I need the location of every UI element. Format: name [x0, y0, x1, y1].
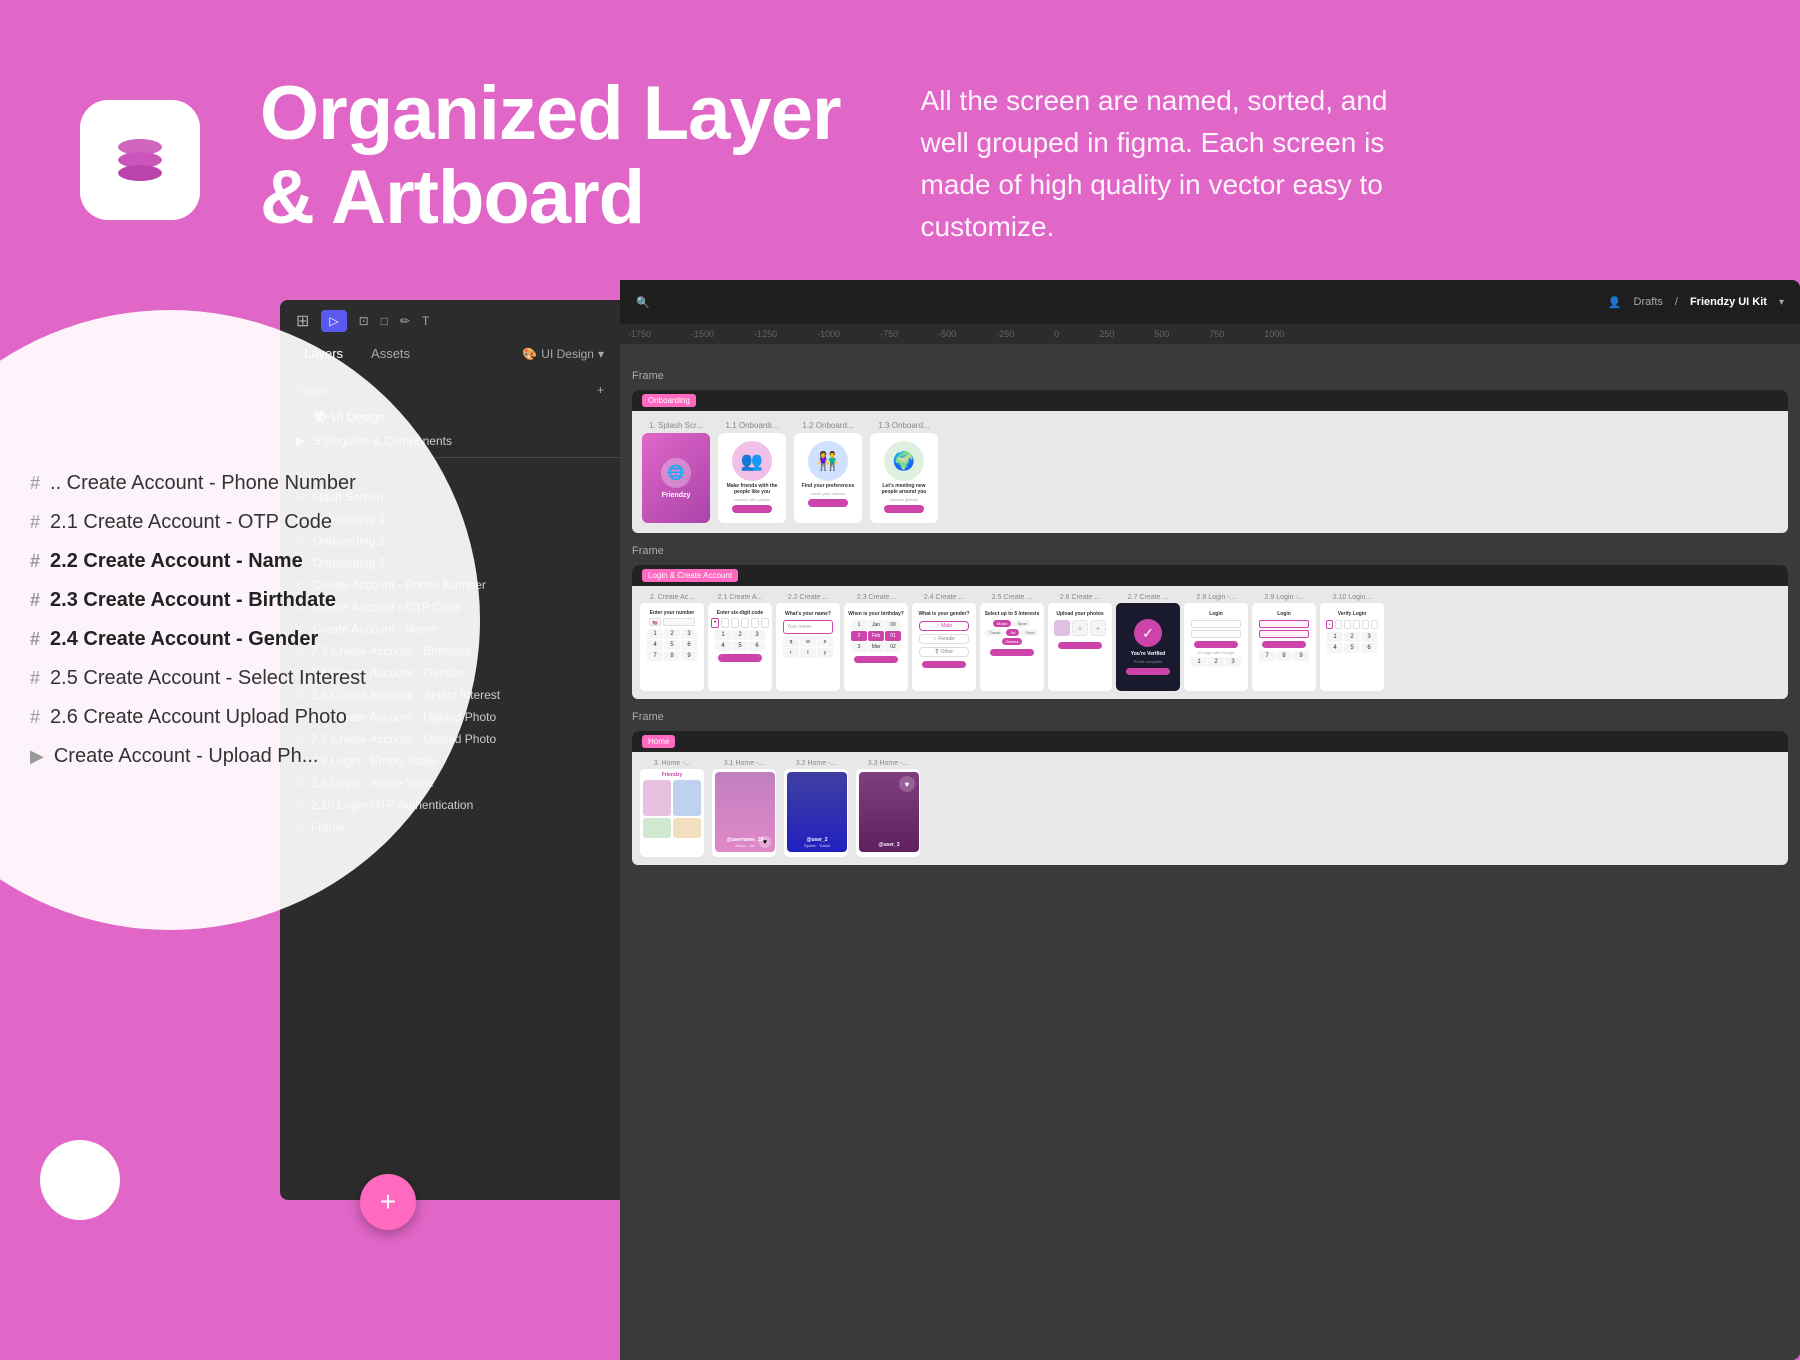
frame-label-login: Frame — [632, 545, 1788, 557]
onboarding-tab[interactable]: Onboarding — [642, 394, 696, 407]
circle-layer-label: .. Create Account - Phone Number — [50, 472, 356, 495]
project-chevron[interactable]: ▾ — [1779, 297, 1784, 308]
screen-onboard3[interactable]: 1.3 Onboard... 🌍 Let's meeting new peopl… — [870, 421, 938, 523]
hash-icon: # — [30, 512, 40, 533]
figma-canvas-toolbar: 🔍 👤 Drafts / Friendzy UI Kit ▾ — [620, 280, 1800, 324]
frame-label-home: Frame — [632, 711, 1788, 723]
add-page-button[interactable]: + — [597, 383, 604, 397]
user-avatar-icon: 👤 — [1608, 296, 1622, 309]
circle-layer-label: 2.6 Create Account Upload Photo — [50, 706, 347, 729]
screen-login-otp[interactable]: 2.10 Login... Verify Login • — [1320, 594, 1384, 691]
circle-layer-label: 2.5 Create Account - Select Interest — [50, 667, 366, 690]
home-tab[interactable]: Home — [642, 735, 675, 748]
hash-icon: # — [30, 668, 40, 689]
drafts-label: Drafts — [1634, 296, 1663, 308]
home-tab-row: Home — [632, 731, 1788, 752]
circle-layer-label: 2.3 Create Account - Birthdate — [50, 589, 336, 612]
screen-login[interactable]: 2.8 Login -... Login Or Login with Googl… — [1184, 594, 1248, 691]
circle-layer-otp: # 2.1 Create Account - OTP Code — [30, 505, 440, 540]
login-tab-row: Login & Create Account — [632, 565, 1788, 586]
ui-design-tab[interactable]: 🎨 UI Design ▾ — [522, 347, 604, 361]
frame-tool[interactable]: ⊡ — [359, 314, 369, 328]
circle-layer-phone: # .. Create Account - Phone Number — [30, 466, 440, 501]
select-tool[interactable]: ▷ — [321, 310, 346, 332]
screen-birthdate[interactable]: 2.3 Create... When is your birthday? 1 J… — [844, 594, 908, 691]
circle-layer-label: 2.2 Create Account - Name — [50, 550, 303, 573]
figma-mockup: ⊞ ▷ ⊡ □ ✏ T Layers Assets 🎨 UI Design ▾ … — [280, 280, 1800, 1360]
circle-layer-label: Create Account - Upload Ph... — [54, 745, 319, 768]
screen-interest[interactable]: 2.5 Create ... Select up to 5 interests … — [980, 594, 1044, 691]
project-label[interactable]: Friendzy UI Kit — [1690, 296, 1767, 308]
screen-onboard2[interactable]: 1.2 Onboard... 👫 Find your preferences s… — [794, 421, 862, 523]
circle-layer-upload: # 2.6 Create Account Upload Photo — [30, 700, 440, 735]
screen-home3[interactable]: 3.2 Home -... @user_2 Sports · Travel — [784, 760, 848, 857]
login-tab[interactable]: Login & Create Account — [642, 569, 738, 582]
figma-canvas: 🔍 👤 Drafts / Friendzy UI Kit ▾ -1750 -15… — [620, 280, 1800, 1360]
layers-panel-header: ⊞ ▷ ⊡ □ ✏ T — [280, 300, 620, 342]
circle-layer-interest: # 2.5 Create Account - Select Interest — [30, 661, 440, 696]
header-title: Organized Layer & Artboard — [260, 72, 841, 239]
hash-icon: # — [30, 473, 40, 494]
hash-icon: # — [30, 707, 40, 728]
hash-icon: ▶ — [30, 746, 44, 767]
add-layer-button[interactable]: + — [360, 1174, 416, 1230]
hash-icon: # — [30, 629, 40, 650]
deco-circle — [40, 1140, 120, 1220]
pen-tool[interactable]: ✏ — [400, 314, 410, 328]
circle-layer-gender: # 2.4 Create Account - Gender — [30, 622, 440, 657]
search-icon[interactable]: 🔍 — [636, 296, 650, 309]
grid-icon[interactable]: ⊞ — [296, 311, 309, 331]
screen-home4[interactable]: 3.3 Home -... ♥ @user_3 — [856, 760, 920, 857]
screen-gender[interactable]: 2.4 Create ... What is your gender? ♂ Ma… — [912, 594, 976, 691]
circle-layer-upload2: ▶ Create Account - Upload Ph... — [30, 739, 440, 774]
circle-layer-birthdate: # 2.3 Create Account - Birthdate — [30, 583, 440, 618]
header-text-group: Organized Layer & Artboard All the scree… — [260, 72, 1401, 248]
frame-label-onboarding: Frame — [632, 370, 1788, 382]
screen-splash[interactable]: 1. Splash Scr... 🌐 Friendzy — [642, 421, 710, 523]
header-section: Organized Layer & Artboard All the scree… — [0, 0, 1800, 320]
screen-home2[interactable]: 3.1 Home -... @username_23 Music · Art ♥ — [712, 760, 776, 857]
home-frame-section: Frame Home 3. Home -... Friendzy — [632, 711, 1788, 865]
header-description: All the screen are named, sorted, and we… — [921, 72, 1401, 248]
screen-home1[interactable]: 3. Home -... Friendzy — [640, 760, 704, 857]
logo-icon — [80, 100, 200, 220]
assets-tab[interactable]: Assets — [363, 342, 418, 365]
screen-phone[interactable]: 2. Create Ac... Enter your number 🇺🇸 1 2 — [640, 594, 704, 691]
onboarding-frame-section: Frame Onboarding 1. Splash Scr... — [632, 370, 1788, 533]
login-frame-section: Frame Login & Create Account 2. Create A… — [632, 545, 1788, 699]
ruler-horizontal: -1750 -1500 -1250 -1000 -750 -500 -250 0… — [620, 324, 1800, 344]
text-tool[interactable]: T — [422, 314, 429, 328]
screen-login-active[interactable]: 2.9 Login -... Login 7 8 9 — [1252, 594, 1316, 691]
circle-layer-label: 2.4 Create Account - Gender — [50, 628, 318, 651]
hash-icon: # — [30, 590, 40, 611]
canvas-body[interactable]: Frame Onboarding 1. Splash Scr... — [620, 344, 1800, 1360]
screen-onboard1[interactable]: 1.1 Onboardi... 👥 Make friends with the … — [718, 421, 786, 523]
rect-tool[interactable]: □ — [381, 314, 388, 328]
hash-icon: # — [30, 551, 40, 572]
screen-verified[interactable]: 2.7 Create ... ✓ You're Verified Profile… — [1116, 594, 1180, 691]
screen-name[interactable]: 2.2 Create ... What's your name? Your na… — [776, 594, 840, 691]
onboarding-tab-row: Onboarding — [632, 390, 1788, 411]
screen-upload-photo[interactable]: 2.6 Create ... Upload your photos + + — [1048, 594, 1112, 691]
circle-layer-name: # 2.2 Create Account - Name — [30, 544, 440, 579]
screen-otp[interactable]: 2.1 Create A... Enter six-digit code • — [708, 594, 772, 691]
circle-layer-label: 2.1 Create Account - OTP Code — [50, 511, 332, 534]
